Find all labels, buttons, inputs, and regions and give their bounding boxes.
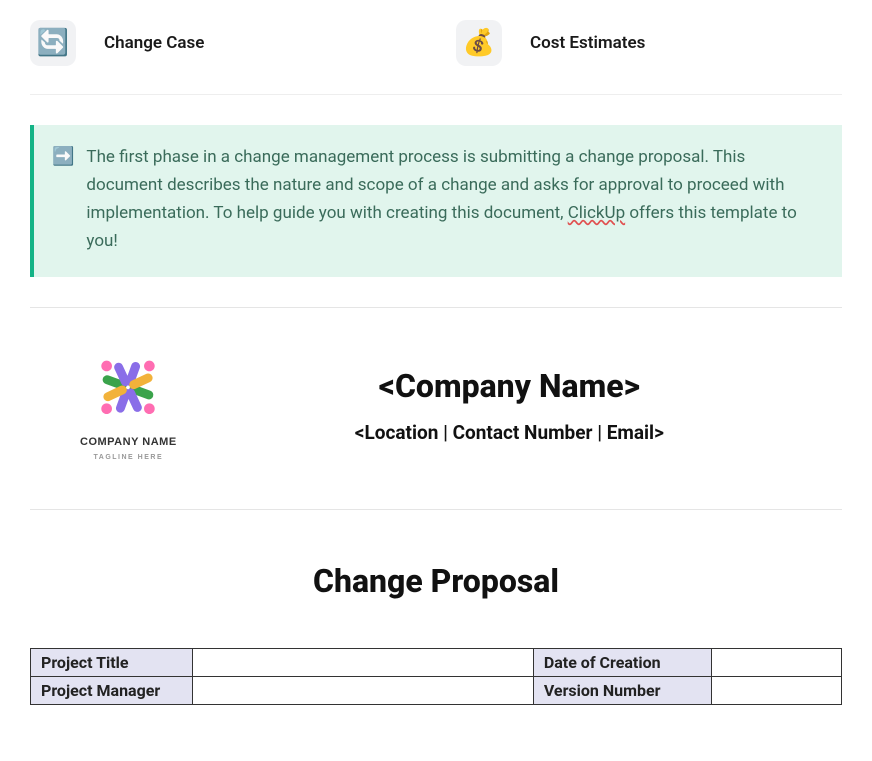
nav-label: Cost Estimates <box>530 33 645 53</box>
cell-version-value[interactable] <box>712 677 842 705</box>
cell-pm-value[interactable] <box>193 677 534 705</box>
money-bag-icon: 💰 <box>456 20 502 66</box>
table-row: Project Title Date of Creation <box>31 649 842 677</box>
page-title: Change Proposal <box>30 562 842 600</box>
company-sub-placeholder[interactable]: <Location | Contact Number | Email> <box>207 421 812 444</box>
cell-date-value[interactable] <box>712 649 842 677</box>
company-name-placeholder[interactable]: <Company Name> <box>207 367 812 405</box>
company-header: COMPANY NAME TAGLINE HERE <Company Name>… <box>30 350 842 497</box>
document-body: 🔄 Change Case 💰 Cost Estimates ➡️ The fi… <box>0 0 872 745</box>
cell-project-title-value[interactable] <box>193 649 534 677</box>
logo-caption: COMPANY NAME <box>80 436 177 448</box>
divider <box>30 307 842 308</box>
cell-pm-label: Project Manager <box>31 677 193 705</box>
meta-table: Project Title Date of Creation Project M… <box>30 648 842 705</box>
divider <box>30 509 842 510</box>
company-logo: COMPANY NAME TAGLINE HERE <box>80 350 177 461</box>
nav-card-cost-estimates[interactable]: 💰 Cost Estimates <box>456 20 842 66</box>
cell-date-label: Date of Creation <box>533 649 711 677</box>
nav-label: Change Case <box>104 33 204 53</box>
callout-text: The first phase in a change management p… <box>86 143 820 255</box>
cell-version-label: Version Number <box>533 677 711 705</box>
callout-link[interactable]: ClickUp <box>568 203 625 223</box>
table-row: Project Manager Version Number <box>31 677 842 705</box>
info-callout: ➡️ The first phase in a change managemen… <box>30 125 842 277</box>
cell-project-title-label: Project Title <box>31 649 193 677</box>
nav-row: 🔄 Change Case 💰 Cost Estimates <box>30 20 842 95</box>
company-text: <Company Name> <Location | Contact Numbe… <box>207 367 812 444</box>
nav-card-change-case[interactable]: 🔄 Change Case <box>30 20 416 66</box>
logo-icon <box>82 350 174 430</box>
refresh-icon: 🔄 <box>30 20 76 66</box>
logo-tagline: TAGLINE HERE <box>94 454 164 461</box>
arrow-right-icon: ➡️ <box>52 143 74 255</box>
